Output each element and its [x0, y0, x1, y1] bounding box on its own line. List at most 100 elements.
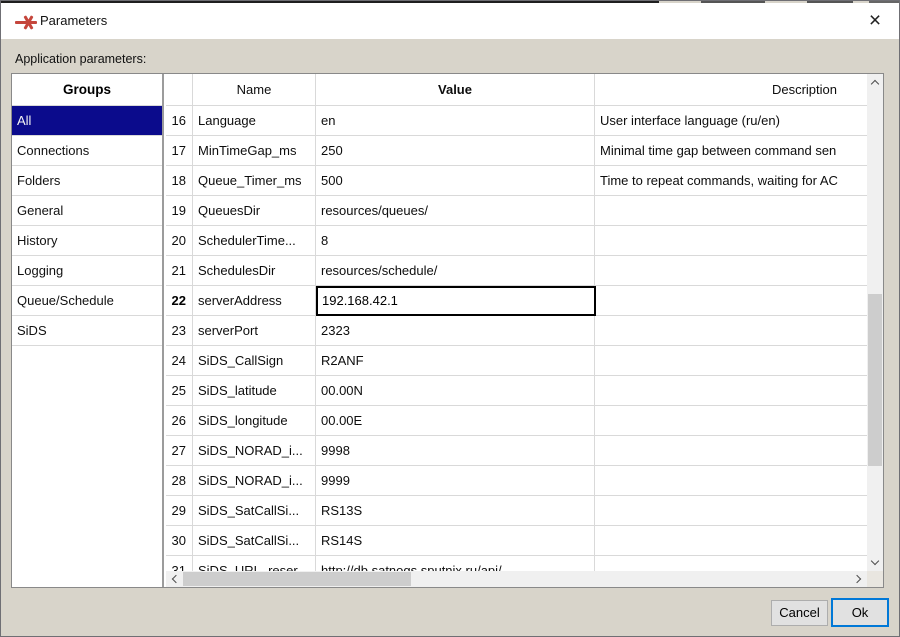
param-name-cell[interactable]: Queue_Timer_ms: [193, 166, 316, 195]
row-number: 18: [166, 166, 193, 195]
horizontal-scrollbar-thumb[interactable]: [183, 572, 411, 586]
close-icon[interactable]: ×: [861, 7, 889, 35]
row-number: 19: [166, 196, 193, 225]
param-name-cell[interactable]: SiDS_longitude: [193, 406, 316, 435]
param-name-cell[interactable]: SchedulesDir: [193, 256, 316, 285]
param-name-cell[interactable]: serverPort: [193, 316, 316, 345]
param-description-cell[interactable]: [595, 286, 867, 315]
param-value-cell[interactable]: en: [316, 106, 595, 135]
group-item-general[interactable]: General: [12, 196, 162, 226]
param-name-cell[interactable]: Language: [193, 106, 316, 135]
table-row-31[interactable]: 31 SiDS_URL_reser... http://db.satnogs.spu…: [166, 556, 867, 571]
row-number: 17: [166, 136, 193, 165]
param-description-cell[interactable]: [595, 526, 867, 555]
table-row-29[interactable]: 29 SiDS_SatCallSi... RS13S: [166, 496, 867, 526]
chevron-up-icon: [870, 79, 880, 89]
table-row-18[interactable]: 18 Queue_Timer_ms 500 Time to repeat comman…: [166, 166, 867, 196]
param-value-cell[interactable]: resources/queues/: [316, 196, 595, 225]
param-value-cell[interactable]: 9999: [316, 466, 595, 495]
group-item-history[interactable]: History: [12, 226, 162, 256]
table-row-27[interactable]: 27 SiDS_NORAD_i... 9998: [166, 436, 867, 466]
row-number: 24: [166, 346, 193, 375]
param-name-cell[interactable]: SiDS_CallSign: [193, 346, 316, 375]
table-row-16[interactable]: 16 Language en User interface language (ru/…: [166, 106, 867, 136]
value-column-header[interactable]: Value: [316, 74, 595, 105]
param-description-cell[interactable]: [595, 256, 867, 285]
param-description-cell[interactable]: Time to repeat commands, waiting for AC: [595, 166, 867, 195]
chevron-left-icon: [171, 574, 181, 584]
table-row-22[interactable]: 22 serverAddress 192.168.42.1: [166, 286, 867, 316]
param-description-cell[interactable]: [595, 406, 867, 435]
row-number: 25: [166, 376, 193, 405]
scroll-left-button[interactable]: [166, 571, 182, 587]
param-description-cell[interactable]: User interface language (ru/en): [595, 106, 867, 135]
name-column-header[interactable]: Name: [193, 74, 316, 105]
group-item-sids[interactable]: SiDS: [12, 316, 162, 346]
param-value-cell[interactable]: 00.00E: [316, 406, 595, 435]
param-description-cell[interactable]: [595, 346, 867, 375]
param-value-cell[interactable]: 2323: [316, 316, 595, 345]
group-item-folders[interactable]: Folders: [12, 166, 162, 196]
param-name-cell[interactable]: SiDS_SatCallSi...: [193, 526, 316, 555]
row-number: 21: [166, 256, 193, 285]
param-name-cell[interactable]: SiDS_SatCallSi...: [193, 496, 316, 525]
group-item-logging[interactable]: Logging: [12, 256, 162, 286]
group-item-queue-schedule[interactable]: Queue/Schedule: [12, 286, 162, 316]
param-description-cell[interactable]: [595, 496, 867, 525]
ok-button[interactable]: Ok: [831, 598, 889, 627]
vertical-scrollbar-thumb[interactable]: [868, 294, 882, 466]
param-name-cell[interactable]: SchedulerTime...: [193, 226, 316, 255]
param-value-cell[interactable]: 8: [316, 226, 595, 255]
param-value-cell[interactable]: RS13S: [316, 496, 595, 525]
param-name-cell[interactable]: SiDS_NORAD_i...: [193, 466, 316, 495]
table-header-row: Name Value Description: [166, 74, 867, 106]
row-number: 30: [166, 526, 193, 555]
param-name-cell[interactable]: QueuesDir: [193, 196, 316, 225]
table-row-28[interactable]: 28 SiDS_NORAD_i... 9999: [166, 466, 867, 496]
param-description-cell[interactable]: [595, 226, 867, 255]
param-value-cell[interactable]: 9998: [316, 436, 595, 465]
param-description-cell[interactable]: Minimal time gap between command sen: [595, 136, 867, 165]
param-value-cell[interactable]: resources/schedule/: [316, 256, 595, 285]
table-row-24[interactable]: 24 SiDS_CallSign R2ANF: [166, 346, 867, 376]
scroll-up-button[interactable]: [867, 74, 883, 90]
table-row-25[interactable]: 25 SiDS_latitude 00.00N: [166, 376, 867, 406]
param-description-cell[interactable]: [595, 556, 867, 571]
param-description-cell[interactable]: [595, 196, 867, 225]
param-name-cell[interactable]: MinTimeGap_ms: [193, 136, 316, 165]
group-item-all[interactable]: All: [12, 106, 162, 136]
scroll-down-button[interactable]: [867, 555, 883, 571]
chevron-right-icon: [852, 574, 862, 584]
vertical-scrollbar[interactable]: [867, 74, 883, 571]
groups-list: Groups All Connections Folders General Histo…: [12, 74, 164, 587]
param-description-cell[interactable]: [595, 376, 867, 405]
param-value-cell[interactable]: RS14S: [316, 526, 595, 555]
param-value-cell[interactable]: 00.00N: [316, 376, 595, 405]
param-name-cell[interactable]: serverAddress: [193, 286, 316, 315]
param-name-cell[interactable]: SiDS_latitude: [193, 376, 316, 405]
param-name-cell[interactable]: SiDS_NORAD_i...: [193, 436, 316, 465]
table-row-26[interactable]: 26 SiDS_longitude 00.00E: [166, 406, 867, 436]
scroll-right-button[interactable]: [851, 571, 867, 587]
param-value-cell[interactable]: http://db.satnogs.sputnix.ru/api/: [316, 556, 595, 571]
param-value-cell[interactable]: 250: [316, 136, 595, 165]
param-description-cell[interactable]: [595, 436, 867, 465]
cancel-button[interactable]: Cancel: [771, 600, 828, 626]
param-description-cell[interactable]: [595, 316, 867, 345]
table-row-19[interactable]: 19 QueuesDir resources/queues/: [166, 196, 867, 226]
param-name-cell[interactable]: SiDS_URL_reser...: [193, 556, 316, 571]
table-row-21[interactable]: 21 SchedulesDir resources/schedule/: [166, 256, 867, 286]
groups-header: Groups: [12, 74, 162, 106]
param-value-cell[interactable]: 500: [316, 166, 595, 195]
table-row-23[interactable]: 23 serverPort 2323: [166, 316, 867, 346]
table-row-17[interactable]: 17 MinTimeGap_ms 250 Minimal time gap betwe…: [166, 136, 867, 166]
application-parameters-label: Application parameters:: [15, 52, 147, 66]
param-description-cell[interactable]: [595, 466, 867, 495]
group-item-connections[interactable]: Connections: [12, 136, 162, 166]
description-column-header[interactable]: Description: [595, 74, 867, 105]
horizontal-scrollbar[interactable]: [166, 571, 867, 587]
param-value-cell[interactable]: R2ANF: [316, 346, 595, 375]
table-row-20[interactable]: 20 SchedulerTime... 8: [166, 226, 867, 256]
value-edit-input[interactable]: 192.168.42.1: [316, 286, 596, 316]
table-row-30[interactable]: 30 SiDS_SatCallSi... RS14S: [166, 526, 867, 556]
